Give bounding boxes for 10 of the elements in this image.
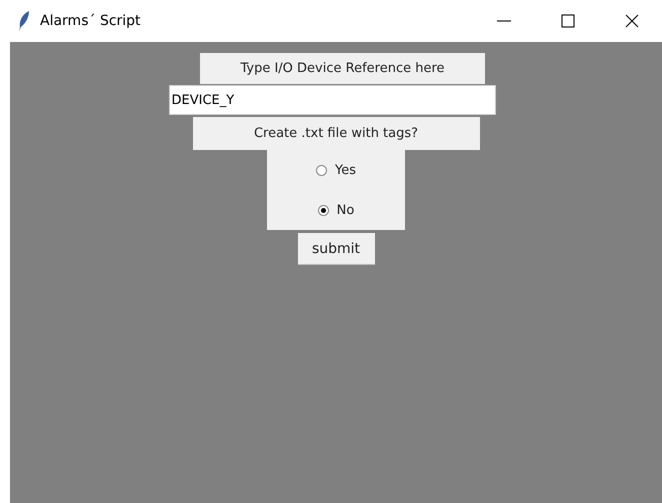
question-label: Create .txt file with tags? [192,117,480,150]
window-title: Alarms´ Script [40,13,141,29]
feather-icon [18,11,30,31]
radio-option[interactable]: No [267,190,405,230]
device-field[interactable]: DEVICE_Y [168,85,496,115]
radio-option[interactable]: Yes [267,150,405,190]
submit-button[interactable]: submit [298,233,374,265]
maximize-icon[interactable] [560,13,576,29]
close-icon[interactable] [624,13,640,29]
device-label: Type I/O Device Reference here [200,53,485,84]
